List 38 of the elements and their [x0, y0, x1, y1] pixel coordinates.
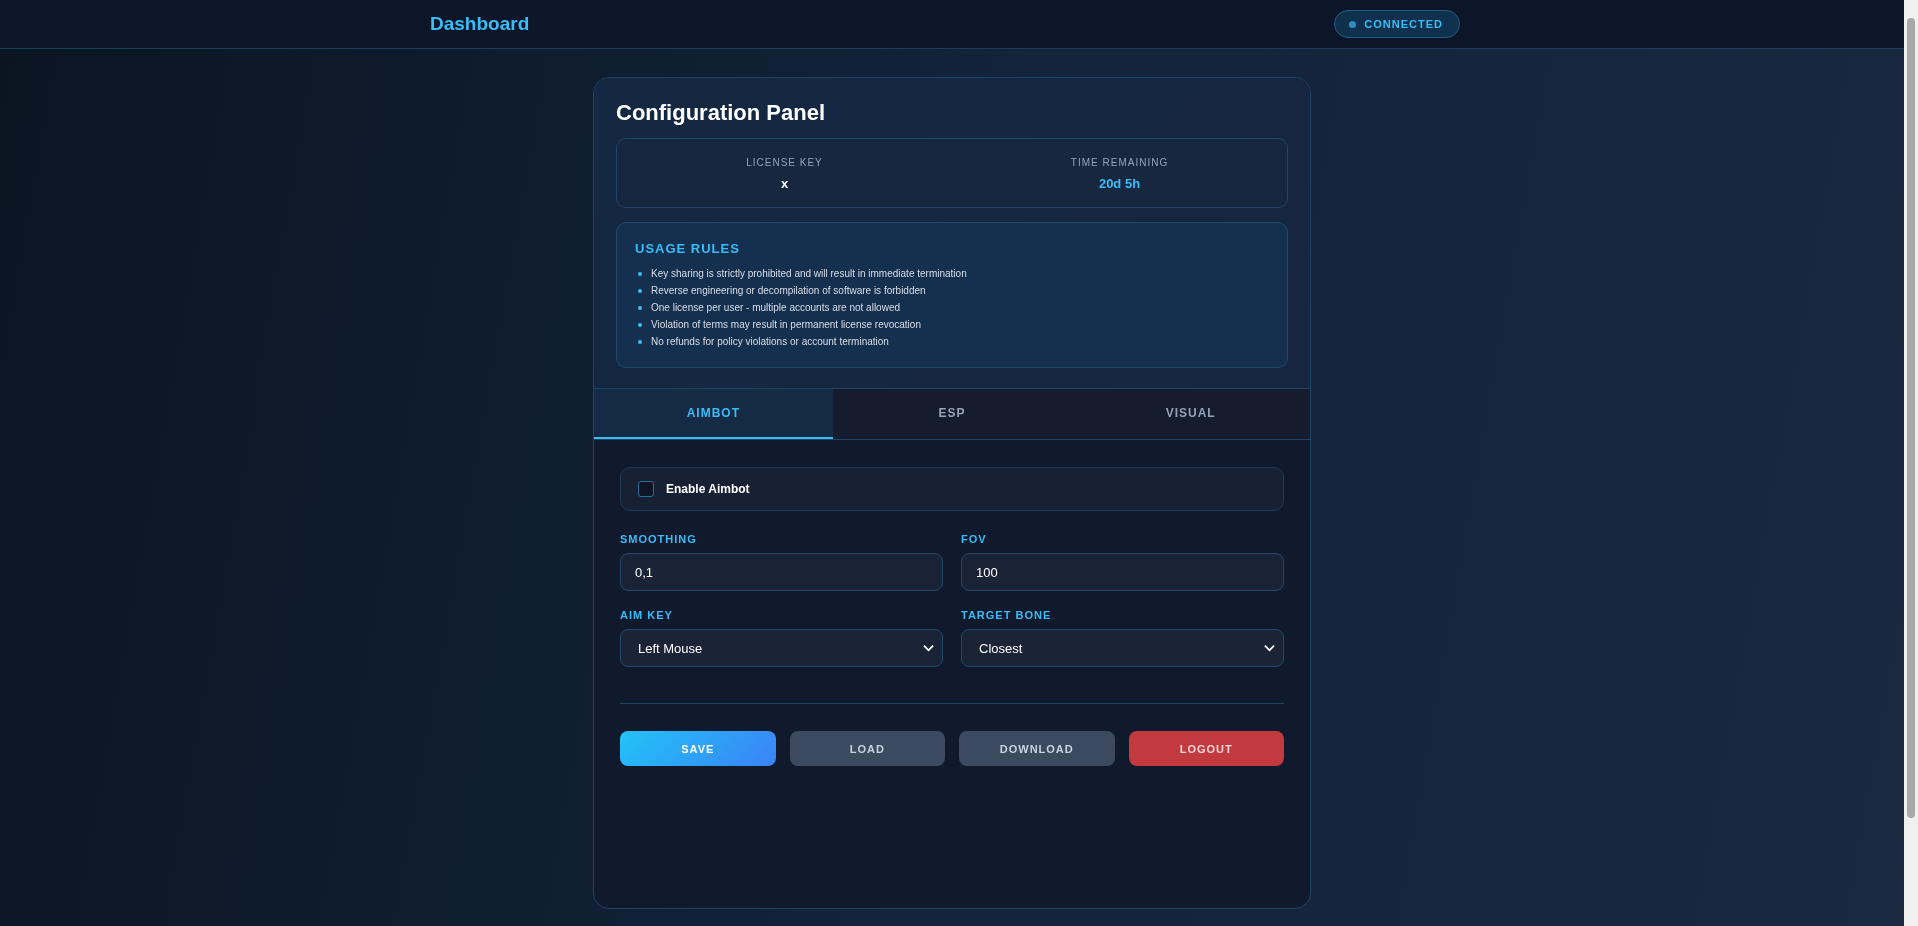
bullet-icon	[638, 271, 642, 276]
checkbox-label: Enable Aimbot	[666, 482, 750, 496]
rule-text: Key sharing is strictly prohibited and will result in immediate termination	[651, 268, 967, 279]
dropdown[interactable]: Closest	[961, 629, 1284, 667]
input-field[interactable]: 100	[961, 553, 1284, 591]
action-button[interactable]: LOAD	[789, 731, 945, 766]
rule-text: No refunds for policy violations or account termination	[651, 336, 889, 347]
rule-text: Violation of terms may result in permanent license revocation	[651, 319, 921, 330]
rule-text: One license per user - multiple accounts are not allowed	[651, 302, 901, 313]
tab[interactable]: ESP	[832, 389, 1072, 439]
info-value: 20d 5h	[1098, 176, 1141, 191]
bullet-icon	[638, 322, 642, 327]
panel-title: Configuration Panel	[616, 100, 826, 126]
info-value: x	[780, 176, 789, 191]
field-label: SMOOTHING	[620, 533, 698, 545]
dashboard-title: Dashboard	[430, 13, 530, 35]
action-button[interactable]: DOWNLOAD	[959, 731, 1115, 766]
rules-title: USAGE RULES	[635, 241, 741, 256]
rule-text: Reverse engineering or decompilation of software is forbidden	[651, 285, 926, 296]
tab[interactable]: VISUAL	[1071, 389, 1310, 439]
chevron-down-icon	[1264, 644, 1275, 652]
field-label: TARGET BONE	[961, 609, 1053, 621]
scrollbar-thumb[interactable]	[1907, 18, 1915, 818]
chevron-down-icon	[923, 644, 934, 652]
bullet-icon	[638, 305, 642, 310]
status-label: CONNECTED	[1364, 18, 1443, 30]
tab[interactable]: AIMBOT	[594, 389, 833, 439]
dropdown[interactable]: Left Mouse	[620, 629, 943, 667]
action-button[interactable]: LOGOUT	[1128, 731, 1284, 766]
info-label: LICENSE KEY	[746, 157, 823, 168]
scrollbar[interactable]	[1904, 0, 1918, 926]
input-field[interactable]: 0,1	[620, 553, 943, 591]
field-label: AIM KEY	[620, 609, 674, 621]
bullet-icon	[638, 339, 642, 344]
checkbox[interactable]	[638, 481, 654, 497]
bullet-icon	[638, 288, 642, 293]
field-label: FOV	[961, 533, 988, 545]
info-label: TIME REMAINING	[1070, 157, 1169, 168]
